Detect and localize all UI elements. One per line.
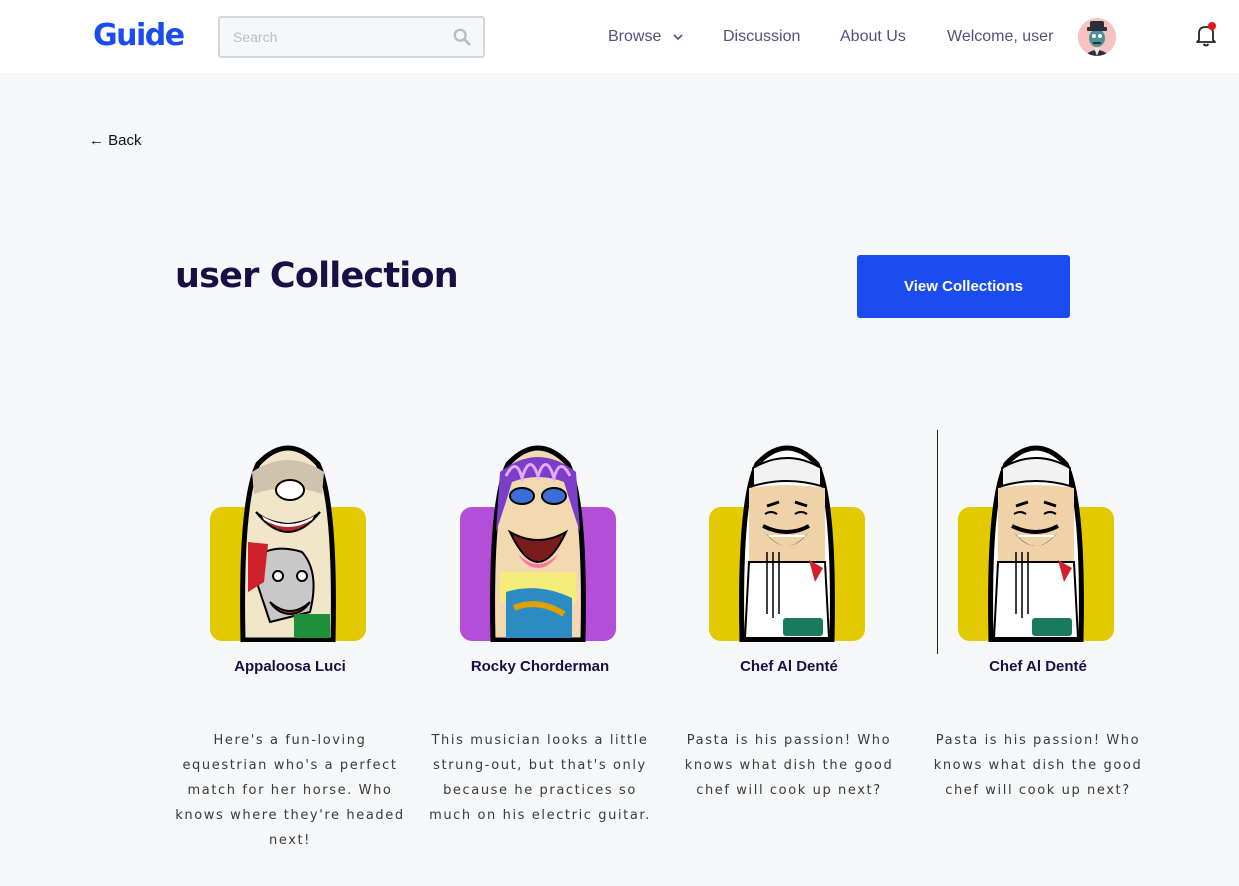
card-description: Pasta is his passion! Who knows what dis… xyxy=(933,733,1143,798)
search-input[interactable] xyxy=(220,18,445,56)
top-header: Guide Browse Discussion About Us Welcome… xyxy=(0,0,1239,73)
card-description: Pasta is his passion! Who knows what dis… xyxy=(684,733,894,798)
guide-logo[interactable]: Guide xyxy=(93,18,185,53)
nav-browse[interactable]: Browse xyxy=(608,28,684,46)
card-description: This musician looks a little strung-out,… xyxy=(429,733,651,823)
character-art-chef-al-dente[interactable] xyxy=(958,442,1114,642)
notifications-bell[interactable] xyxy=(1194,22,1218,48)
avatar[interactable] xyxy=(1078,18,1116,56)
nav-discussion[interactable]: Discussion xyxy=(723,28,800,46)
card-divider xyxy=(937,430,938,654)
search-icon[interactable] xyxy=(453,28,471,46)
back-link[interactable]: ← Back xyxy=(89,132,142,149)
card-description: Here's a fun-loving equestrian who's a p… xyxy=(175,733,405,848)
bell-icon xyxy=(1196,22,1216,47)
view-collections-button[interactable]: View Collections xyxy=(857,255,1070,318)
chevron-down-icon xyxy=(673,34,683,40)
card-title[interactable]: Chef Al Denté xyxy=(674,658,904,675)
user-avatar-icon xyxy=(1078,18,1116,56)
welcome-text: Welcome, user xyxy=(947,28,1054,45)
page-title: user Collection xyxy=(175,256,459,296)
card-title[interactable]: Rocky Chorderman xyxy=(425,658,655,675)
search-box[interactable] xyxy=(218,16,485,58)
card-title[interactable]: Appaloosa Luci xyxy=(175,658,405,675)
nav-browse-label: Browse xyxy=(608,28,662,45)
notification-badge xyxy=(1208,22,1216,30)
character-art-chef-al-dente[interactable] xyxy=(709,442,865,642)
character-art-rocky-chorderman[interactable] xyxy=(460,442,616,642)
character-art-appaloosa-luci[interactable] xyxy=(210,442,366,642)
card-title[interactable]: Chef Al Denté xyxy=(923,658,1153,675)
nav-about-us[interactable]: About Us xyxy=(840,28,906,46)
